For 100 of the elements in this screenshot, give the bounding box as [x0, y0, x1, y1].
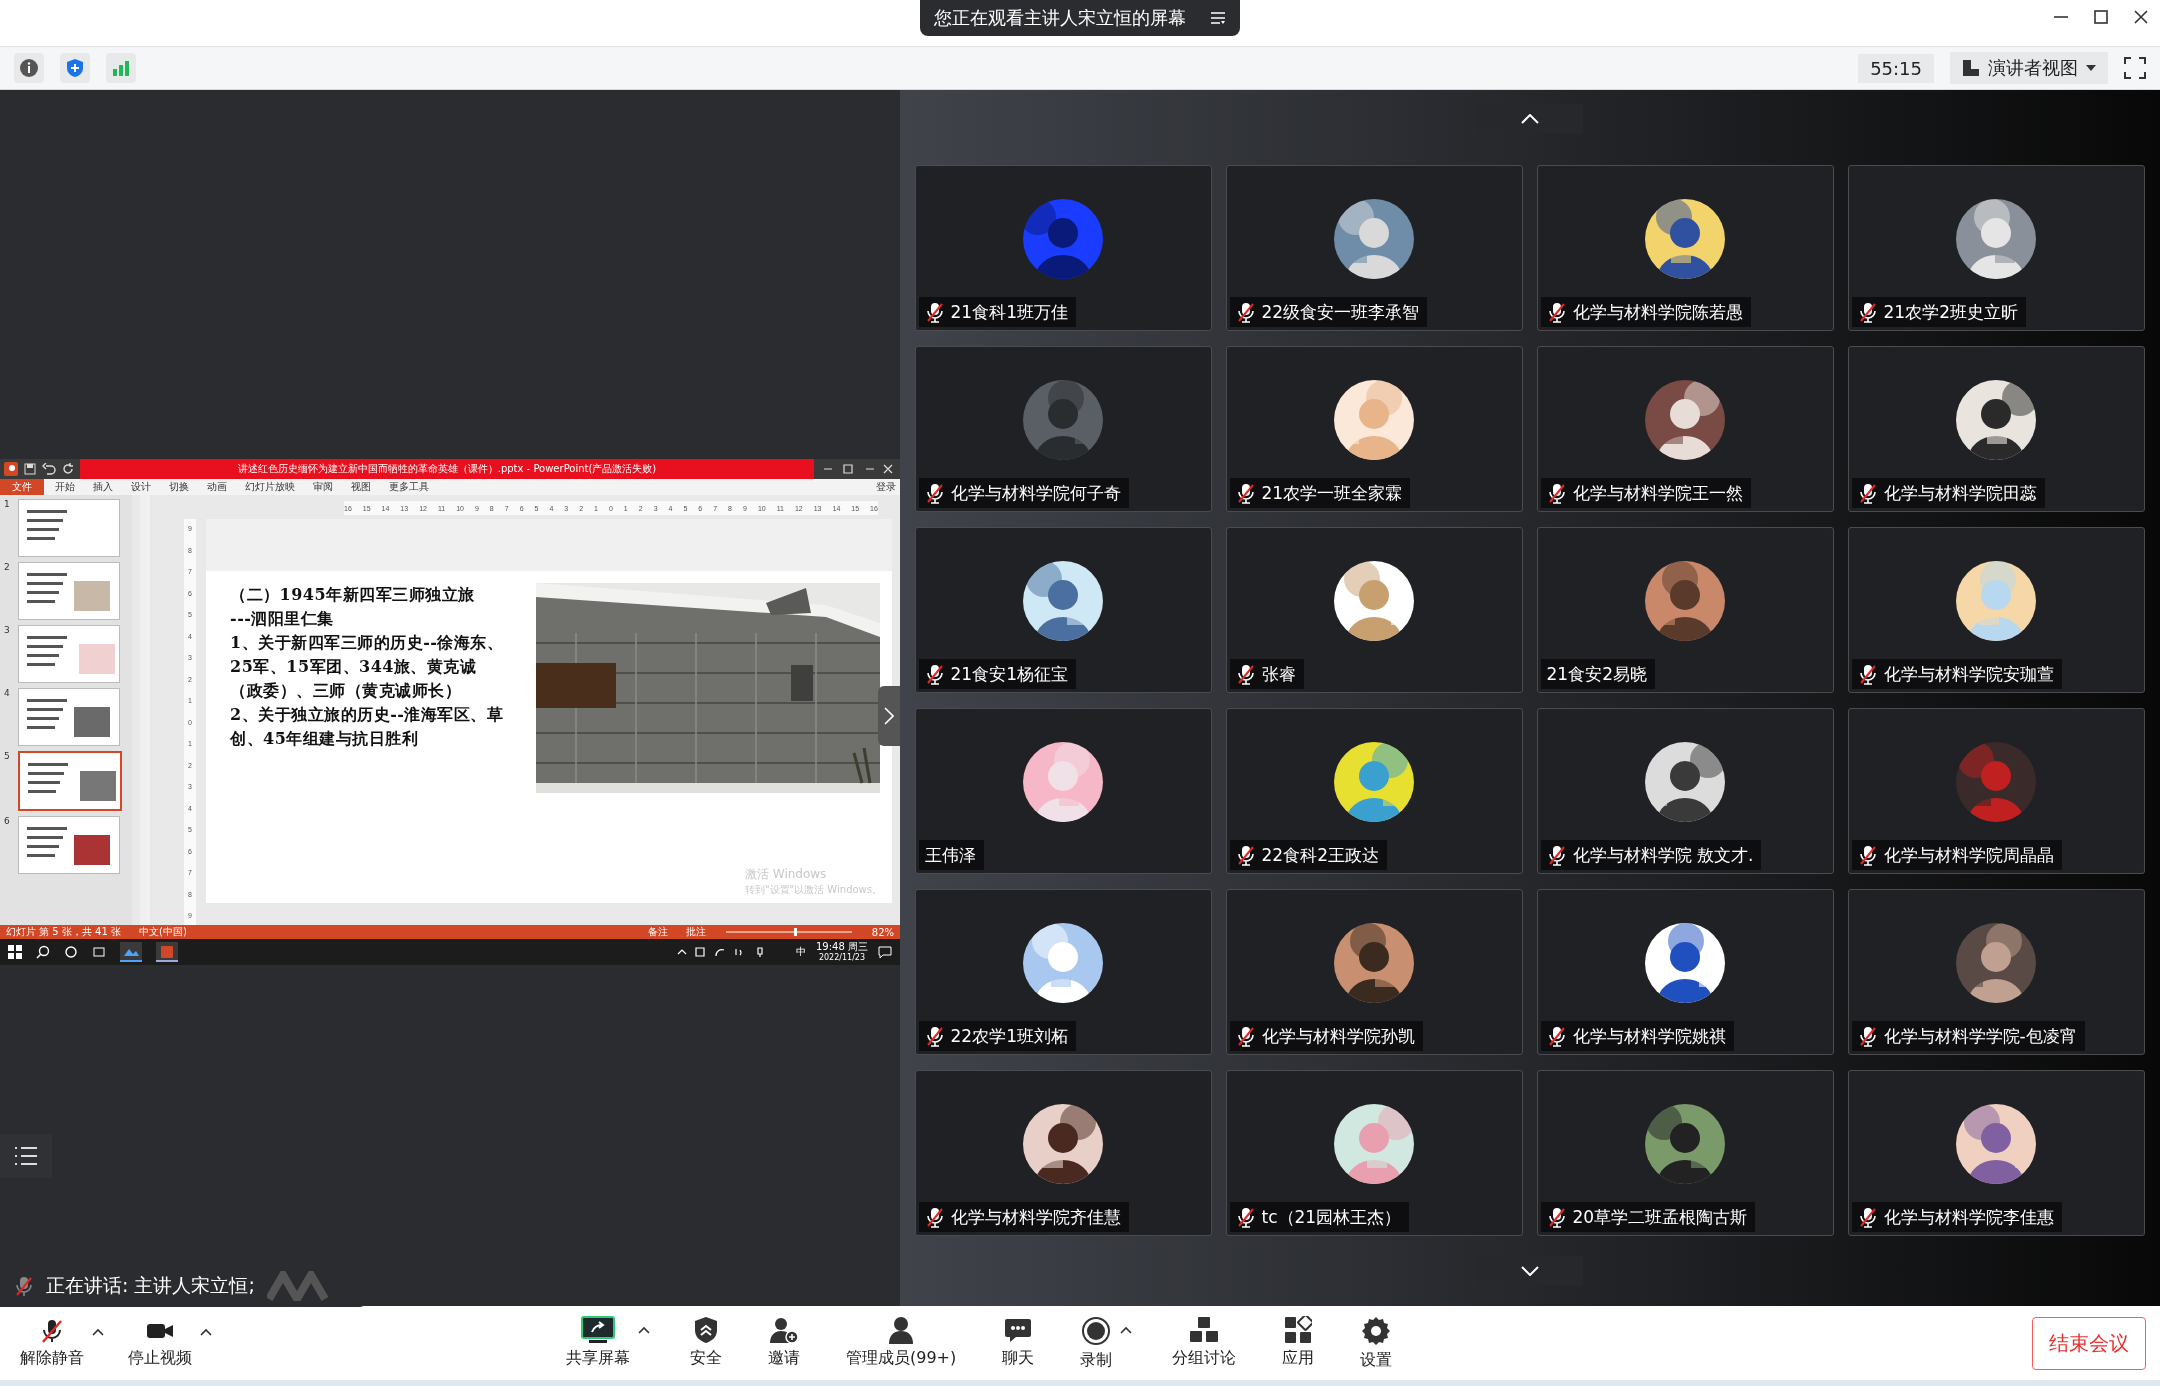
scrollbar[interactable] [140, 495, 150, 925]
list-button[interactable] [0, 1134, 52, 1178]
participant-tile[interactable]: 化学与材料学院何子奇 [914, 346, 1212, 512]
ribbon-tab[interactable]: 开始 [48, 479, 82, 495]
participant-tile[interactable]: 20草学二班孟根陶古斯 [1536, 1070, 1834, 1236]
add-person-icon [769, 1315, 799, 1344]
participant-tile[interactable]: 化学与材料学学院-包凌宵 [1847, 889, 2145, 1055]
zoom-slider-icon[interactable] [723, 928, 854, 936]
ribbon-tab[interactable]: 审阅 [306, 479, 340, 495]
shield-icon [693, 1315, 719, 1344]
fullscreen-icon[interactable] [2124, 57, 2146, 79]
slide-thumbnail[interactable] [18, 499, 120, 557]
slide-thumbnail[interactable] [18, 625, 120, 683]
redo-icon[interactable] [62, 463, 74, 475]
sign-in-link[interactable]: 登录 [876, 480, 896, 494]
video-button[interactable]: 停止视频 [122, 1313, 198, 1373]
participant-tile[interactable]: 22食科2王政达 [1225, 708, 1523, 874]
participant-tile[interactable]: 21食科1班万佳 [914, 165, 1212, 331]
maximize-icon[interactable] [2092, 8, 2110, 26]
caret-icon[interactable] [200, 1327, 212, 1336]
meeting-app-icon[interactable] [120, 942, 142, 962]
slide-thumbnail[interactable] [18, 562, 120, 620]
presentation-app-icon[interactable] [156, 942, 178, 962]
zoom-level: 82% [871, 926, 894, 938]
participant-tile[interactable]: 化学与材料学院陈若愚 [1536, 165, 1834, 331]
mic-button[interactable]: 解除静音 [14, 1313, 90, 1373]
view-dropdown[interactable]: 演讲者视图 [1950, 52, 2108, 84]
participant-tile[interactable]: tc（21园林王杰） [1225, 1070, 1523, 1236]
participant-name: 化学与材料学院孙凯 [1261, 1024, 1415, 1048]
record-button[interactable]: 录制 [1074, 1311, 1119, 1375]
caret-icon[interactable] [1120, 1325, 1133, 1334]
menu-icon[interactable] [1210, 11, 1226, 25]
apps-button[interactable]: 应用 [1276, 1311, 1321, 1373]
ribbon-tab[interactable]: 文件 [0, 479, 44, 495]
participant-tile[interactable]: 化学与材料学院安珈萱 [1847, 527, 2145, 693]
participant-name: 化学与材料学院周晶晶 [1883, 843, 2054, 867]
slide-paragraph: 1、关于新四军三师的历史--徐海东、25军、15军团、344旅、黄克诚（政委）、三师（黄克诚师长） [230, 632, 505, 702]
participant-tile[interactable]: 22农学1班刘柘 [914, 889, 1212, 1055]
slide-thumbnail[interactable] [18, 751, 122, 811]
muted-mic-icon [1235, 1025, 1256, 1047]
caret-icon[interactable] [638, 1325, 650, 1334]
info-icon [19, 58, 39, 78]
signal-bars-icon [112, 60, 130, 76]
search-icon[interactable] [36, 945, 50, 959]
muted-mic-icon [1235, 301, 1256, 323]
participant-tile[interactable]: 21农学一班全家霖 [1225, 346, 1523, 512]
muted-mic-icon [1546, 301, 1567, 323]
expand-button[interactable] [878, 686, 900, 746]
slide-number: 2 [4, 562, 11, 572]
participant-tile[interactable]: 化学与材料学院李佳惠 [1847, 1070, 2145, 1236]
participant-tile[interactable]: 化学与材料学院 敖文才. [1536, 708, 1834, 874]
participant-tile[interactable]: 21食安1杨征宝 [914, 527, 1212, 693]
windows-start-icon[interactable] [8, 945, 22, 959]
ribbon-tab[interactable]: 切换 [162, 479, 196, 495]
share-screen-icon [581, 1315, 615, 1344]
chat-button[interactable]: 聊天 [996, 1311, 1041, 1373]
ribbon-tab[interactable]: 插入 [86, 479, 120, 495]
language-label: 中文(中国) [139, 925, 187, 939]
notification-icon[interactable] [878, 946, 892, 958]
members-button[interactable]: 管理成员(99+) [840, 1311, 963, 1373]
ribbon-tab[interactable]: 视图 [344, 479, 378, 495]
undo-icon[interactable] [42, 463, 56, 475]
close-icon[interactable] [2132, 8, 2150, 26]
invite-button[interactable]: 邀请 [762, 1311, 806, 1373]
info-button[interactable] [14, 53, 44, 83]
participant-tile[interactable]: 化学与材料学院孙凯 [1225, 889, 1523, 1055]
settings-button[interactable]: 设置 [1354, 1311, 1399, 1375]
notes-button[interactable]: 备注 [647, 925, 668, 939]
participant-tile[interactable]: 化学与材料学院田蕊 [1847, 346, 2145, 512]
participant-tile[interactable]: 22级食安一班李承智 [1225, 165, 1523, 331]
participant-tile[interactable]: 化学与材料学院周晶晶 [1847, 708, 2145, 874]
participant-tile[interactable]: 21食安2易晓 [1536, 527, 1834, 693]
muted-mic-icon [1546, 844, 1567, 866]
participant-tile[interactable]: 张睿 [1225, 527, 1523, 693]
participant-tile[interactable]: 王伟泽 [914, 708, 1212, 874]
shield-button[interactable]: 安全 [684, 1311, 728, 1373]
slide-subheading: ---泗阳里仁集 [230, 608, 335, 630]
slide-count: 幻灯片 第 5 张，共 41 张 [6, 925, 121, 939]
circle-icon[interactable] [64, 945, 78, 959]
participant-tile[interactable]: 化学与材料学院齐佳慧 [914, 1070, 1212, 1236]
share-button[interactable]: 共享屏幕 [560, 1311, 636, 1373]
caret-icon[interactable] [92, 1327, 104, 1336]
slide-thumbnail[interactable] [18, 816, 120, 874]
participant-name: 化学与材料学院姚祺 [1572, 1024, 1726, 1048]
ribbon-tab[interactable]: 动画 [200, 479, 234, 495]
input-method[interactable]: 中 [796, 945, 806, 959]
save-icon[interactable] [24, 463, 36, 475]
task-view-icon[interactable] [92, 945, 106, 959]
security-button[interactable] [60, 53, 90, 83]
participant-tile[interactable]: 化学与材料学院姚祺 [1536, 889, 1834, 1055]
muted-mic-icon [1546, 1206, 1567, 1228]
ribbon-tab[interactable]: 更多工具 [382, 479, 436, 495]
end-meeting-button[interactable]: 结束会议 [2032, 1316, 2146, 1370]
ribbon-tab[interactable]: 幻灯片放映 [238, 479, 302, 495]
slide-thumbnail[interactable] [18, 688, 120, 746]
participant-tile[interactable]: 21农学2班史立昕 [1847, 165, 2145, 331]
participant-tile[interactable]: 化学与材料学院王一然 [1536, 346, 1834, 512]
breakout-button[interactable]: 分组讨论 [1166, 1311, 1243, 1373]
comments-button[interactable]: 批注 [685, 925, 706, 939]
ribbon-tab[interactable]: 设计 [124, 479, 158, 495]
